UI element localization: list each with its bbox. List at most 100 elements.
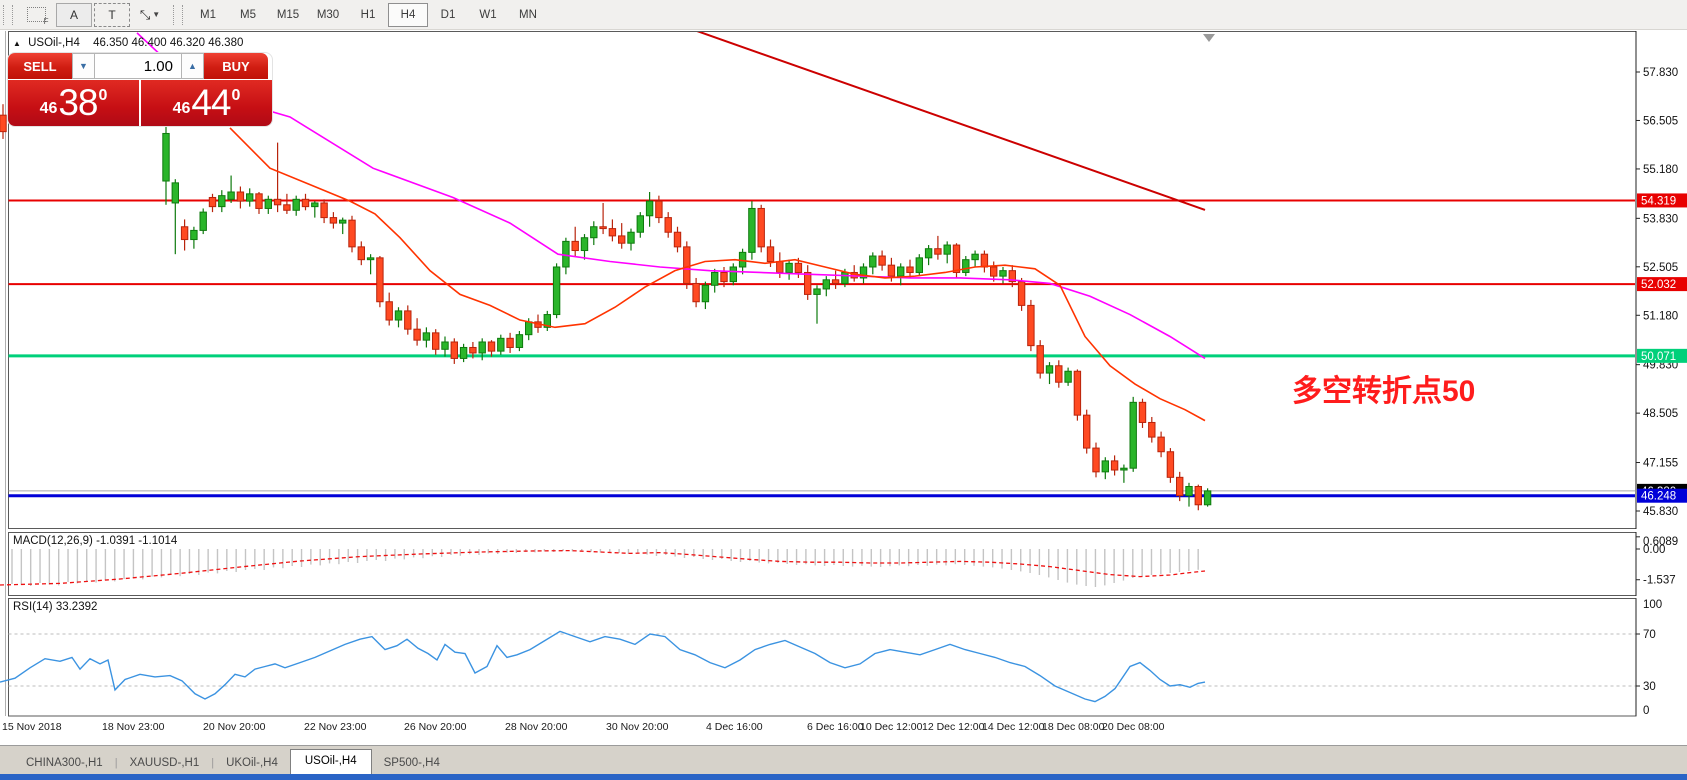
tf-button-M30[interactable]: M30	[308, 3, 348, 27]
candle	[172, 183, 178, 203]
bid-price-button[interactable]: 46 38 0	[8, 80, 139, 126]
candle	[814, 289, 820, 294]
candle	[898, 267, 904, 276]
time-axis-label: 22 Nov 23:00	[304, 721, 367, 733]
axis-label: 57.830	[1643, 67, 1678, 79]
axis-label: 50.071	[1641, 351, 1676, 363]
candle	[191, 230, 197, 239]
axis-label: 47.155	[1643, 458, 1678, 470]
candle	[953, 245, 959, 272]
chart-tab-sp500h4[interactable]: SP500-,H4	[372, 753, 452, 774]
candle	[712, 272, 718, 285]
time-axis-label: 28 Nov 20:00	[505, 721, 568, 733]
time-axis-label: 18 Nov 23:00	[102, 721, 165, 733]
macd-label: MACD(12,26,9) -1.0391 -1.1014	[13, 535, 177, 547]
ask-price-button[interactable]: 46 44 0	[141, 80, 272, 126]
candle	[1158, 437, 1164, 452]
candle	[377, 258, 383, 302]
axis-label: 48.505	[1643, 408, 1678, 420]
candle	[1167, 452, 1173, 478]
text-t-button[interactable]: T	[94, 3, 130, 27]
tf-button-H1[interactable]: H1	[348, 3, 388, 27]
toolbar-grip-2[interactable]	[173, 5, 183, 25]
axis-label: 51.180	[1643, 310, 1678, 322]
candle	[786, 263, 792, 272]
candle	[488, 342, 494, 351]
candle	[981, 254, 987, 267]
candle	[1037, 346, 1043, 373]
axis-label: 46.248	[1641, 491, 1676, 503]
tf-button-M15[interactable]: M15	[268, 3, 308, 27]
tf-button-W1[interactable]: W1	[468, 3, 508, 27]
axis-label: 56.505	[1643, 115, 1678, 127]
candle	[163, 133, 169, 181]
chart-tab-xauusdh1[interactable]: XAUUSD-,H1	[118, 753, 212, 774]
tf-button-H4[interactable]: H4	[388, 3, 428, 27]
text-label-a-button[interactable]: A	[56, 3, 92, 27]
time-axis-label: 18 Dec 08:00	[1042, 721, 1105, 733]
sell-button[interactable]: SELL	[8, 53, 72, 79]
candle	[1018, 282, 1024, 306]
volume-increase-button[interactable]: ▲	[181, 53, 204, 79]
dropdown-caret-icon: ▼	[152, 10, 160, 19]
candle	[1204, 491, 1210, 505]
volume-decrease-button[interactable]: ▼	[72, 53, 95, 79]
buy-button[interactable]: BUY	[204, 53, 268, 79]
cursor-tool-button[interactable]: ⤡ ▼	[132, 3, 168, 27]
candle	[284, 205, 290, 210]
grid-f-icon[interactable]	[18, 3, 54, 27]
candle	[414, 329, 420, 340]
candle	[581, 238, 587, 251]
candle	[1186, 486, 1192, 495]
toolbar-grip[interactable]	[3, 5, 13, 25]
axis-label: 52.032	[1641, 279, 1676, 291]
candle	[358, 247, 364, 260]
axis-label: 52.505	[1643, 262, 1678, 274]
candle	[925, 249, 931, 258]
candle	[330, 218, 336, 223]
annotation-text[interactable]: 多空转折点50	[1292, 366, 1475, 410]
tf-button-MN[interactable]: MN	[508, 3, 548, 27]
candle	[572, 241, 578, 250]
chart-tab-usoilh4[interactable]: USOil-,H4	[290, 749, 372, 774]
tf-button-M1[interactable]: M1	[188, 3, 228, 27]
bottom-status-strip	[0, 774, 1687, 780]
ask-point: 0	[232, 87, 241, 105]
candle	[526, 322, 532, 335]
chart-tab-ukoilh4[interactable]: UKOil-,H4	[214, 753, 290, 774]
toolbar: A T ⤡ ▼ M1M5M15M30H1H4D1W1MN	[0, 0, 1687, 30]
candle	[963, 260, 969, 273]
candle	[1074, 371, 1080, 415]
chart-tab-china300h1[interactable]: CHINA300-,H1	[14, 753, 115, 774]
candle	[265, 199, 271, 208]
candle	[823, 280, 829, 289]
tf-button-M5[interactable]: M5	[228, 3, 268, 27]
symbol-up-triangle-icon: ▲	[13, 39, 21, 48]
candle	[888, 265, 894, 276]
candle	[693, 283, 699, 301]
candle	[1149, 422, 1155, 437]
volume-input[interactable]	[95, 53, 181, 79]
candle	[656, 201, 662, 217]
axis-label: 30	[1643, 681, 1656, 693]
candle	[274, 199, 280, 204]
axis-label: 54.319	[1641, 195, 1676, 207]
candle	[293, 199, 299, 210]
candle	[0, 115, 6, 131]
time-axis-label: 6 Dec 16:00	[807, 721, 864, 733]
candle	[200, 212, 206, 230]
candle	[721, 272, 727, 281]
tf-button-D1[interactable]: D1	[428, 3, 468, 27]
quote-panel: SELL ▼ ▲ BUY 46 38 0 46 44 0	[8, 53, 272, 126]
candle	[219, 196, 225, 207]
candle	[237, 192, 243, 201]
candle	[795, 263, 801, 272]
candle	[916, 258, 922, 273]
candle	[805, 272, 811, 294]
candle	[637, 216, 643, 232]
candle	[1093, 448, 1099, 472]
candle	[1177, 477, 1183, 495]
candle	[749, 208, 755, 252]
candle	[228, 192, 234, 199]
candle	[340, 220, 346, 223]
